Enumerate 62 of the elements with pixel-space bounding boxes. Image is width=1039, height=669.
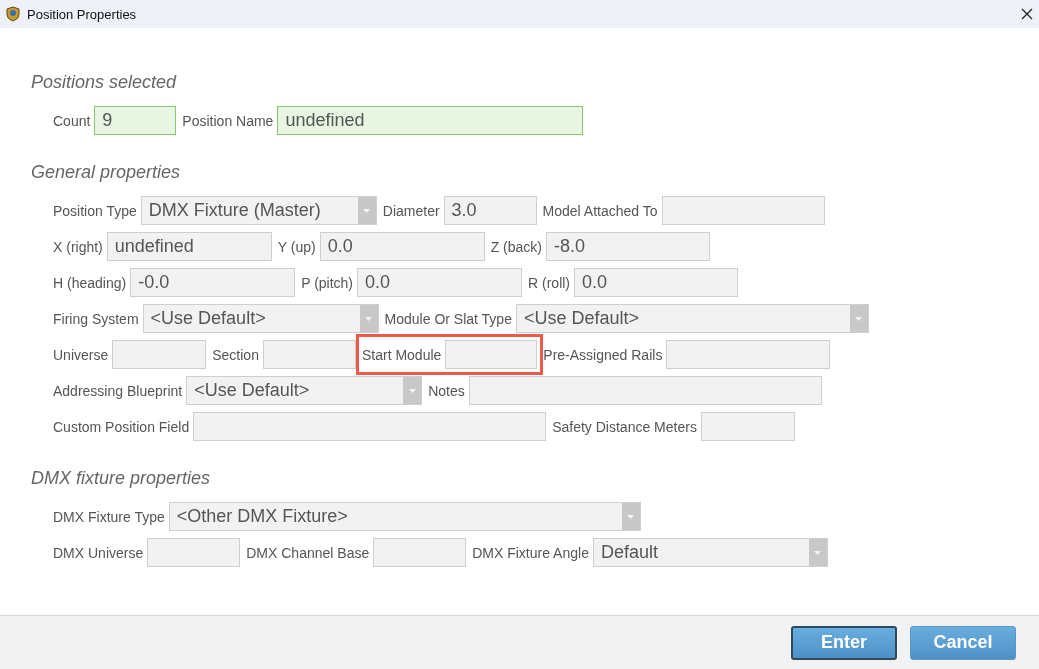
field-label: R (roll) [528, 274, 571, 291]
input-field[interactable] [445, 340, 538, 369]
input-field[interactable] [468, 376, 822, 405]
field-label: Start Module [361, 346, 442, 363]
field-label: Addressing Blueprint [53, 382, 183, 399]
input-field[interactable]: 9 [94, 106, 177, 135]
input-field[interactable] [147, 538, 241, 567]
app-icon [5, 6, 21, 22]
window-title: Position Properties [27, 6, 137, 22]
dropdown-arrow-icon [627, 514, 635, 519]
field-label: Notes [428, 382, 465, 399]
input-field[interactable]: 3.0 [443, 196, 537, 225]
input-field[interactable] [700, 412, 795, 441]
field-label: Module Or Slat Type [384, 310, 512, 327]
field-label: Custom Position Field [53, 418, 190, 435]
field-label: DMX Fixture Angle [472, 544, 589, 561]
dropdown-arrow-icon [855, 316, 863, 321]
input-field[interactable]: undefined [106, 232, 272, 261]
input-field[interactable]: 0.0 [574, 268, 739, 297]
input-field[interactable] [262, 340, 356, 369]
close-icon[interactable] [1021, 8, 1033, 20]
field-label: DMX Universe [53, 544, 144, 561]
input-field[interactable]: 0.0 [319, 232, 485, 261]
section-heading: Positions selected [30, 71, 178, 93]
field-label: Universe [53, 346, 109, 363]
field-label: DMX Channel Base [246, 544, 370, 561]
field-label: Pre-Assigned Rails [543, 346, 663, 363]
dropdown[interactable]: DMX Fixture (Master) [140, 196, 377, 225]
dropdown[interactable]: <Other DMX Fixture> [168, 502, 641, 531]
field-label: Safety Distance Meters [552, 418, 697, 435]
input-field[interactable]: -0.0 [130, 268, 296, 297]
input-field[interactable] [666, 340, 831, 369]
input-field[interactable] [193, 412, 547, 441]
input-field[interactable]: 0.0 [357, 268, 523, 297]
dropdown[interactable]: <Use Default> [186, 376, 423, 405]
dropdown[interactable]: <Use Default> [515, 304, 869, 333]
field-label: H (heading) [53, 274, 127, 291]
field-label: DMX Fixture Type [53, 508, 165, 525]
input-field[interactable] [661, 196, 825, 225]
input-field[interactable] [373, 538, 467, 567]
dropdown[interactable]: Default [592, 538, 828, 567]
field-label: Y (up) [277, 238, 316, 255]
section-heading: DMX fixture properties [30, 467, 212, 489]
dropdown-arrow-icon [365, 316, 373, 321]
dropdown-arrow-icon [408, 388, 416, 393]
input-field[interactable] [112, 340, 207, 369]
field-label: P (pitch) [301, 274, 354, 291]
input-field[interactable]: -8.0 [546, 232, 710, 261]
field-label: X (right) [53, 238, 103, 255]
field-label: Position Type [53, 202, 137, 219]
field-label: Position Name [182, 112, 274, 129]
field-label: Section [212, 346, 259, 363]
dropdown-arrow-icon [814, 550, 822, 555]
dropdown-arrow-icon [363, 208, 371, 213]
field-label: Count [53, 112, 91, 129]
field-label: Diameter [382, 202, 440, 219]
field-label: Z (back) [490, 238, 542, 255]
field-label: Model Attached To [542, 202, 658, 219]
input-field[interactable]: undefined [277, 106, 584, 135]
dropdown[interactable]: <Use Default> [142, 304, 379, 333]
field-label: Firing System [53, 310, 139, 327]
section-heading: General properties [30, 161, 182, 183]
